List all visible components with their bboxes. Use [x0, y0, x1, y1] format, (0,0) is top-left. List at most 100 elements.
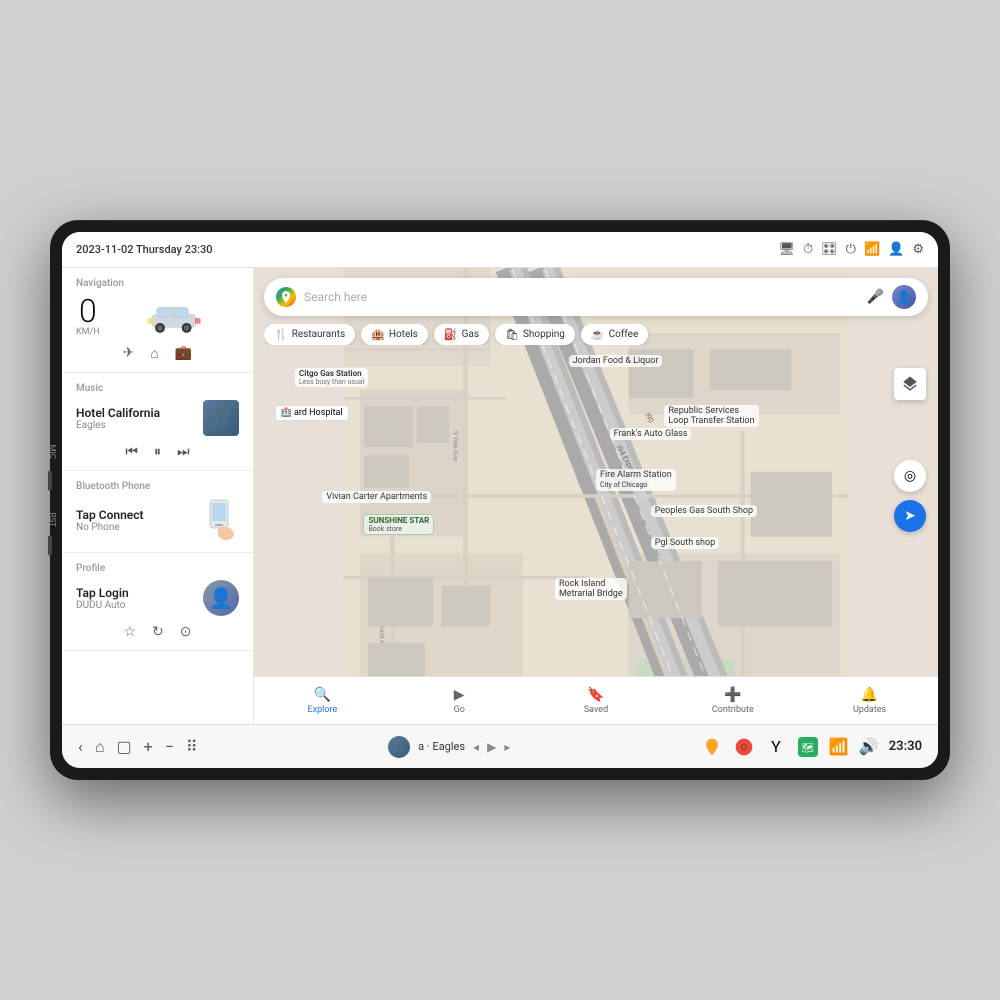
compass-button[interactable]: ◎: [894, 460, 926, 492]
wifi-taskbar-icon[interactable]: 📶: [829, 737, 849, 756]
volume-taskbar-icon[interactable]: 🔊: [859, 737, 879, 756]
speed-unit: KM/H: [76, 327, 100, 337]
updates-icon: 🔔: [861, 687, 878, 703]
taskbar-clock: 23:30: [889, 739, 922, 754]
taskbar-left: ‹ ⌂ ▢ + − ⠿: [78, 737, 198, 757]
updates-tab[interactable]: 🔔 Updates: [801, 677, 938, 724]
device: MIC RST 2023-11-02 Thursday 23:30 🖥 ⏱ 🎛 …: [50, 220, 950, 780]
add-button[interactable]: +: [144, 737, 153, 756]
mini-track-label: a · Eagles: [418, 740, 465, 753]
status-bar: 2023-11-02 Thursday 23:30 🖥 ⏱ 🎛 ⏻ 📶 👤 ⚙: [62, 232, 938, 268]
home-nav-icon[interactable]: ⌂: [150, 345, 158, 362]
main-area: Navigation 0 KM/H: [62, 268, 938, 724]
profile-section-label: Profile: [76, 563, 239, 574]
filter-restaurants[interactable]: 🍴 Restaurants: [264, 324, 355, 345]
back-button[interactable]: ‹: [78, 737, 83, 756]
navigate-button[interactable]: ➤: [894, 500, 926, 532]
map-controls: ◎ ➤: [894, 460, 926, 532]
side-buttons: MIC RST: [48, 445, 57, 556]
sidebar: Navigation 0 KM/H: [62, 268, 254, 724]
next-button[interactable]: ⏭: [177, 444, 190, 460]
car-icon-area: [110, 298, 239, 334]
shopping-icon: 🛍: [505, 328, 519, 341]
user-icon: 👤: [888, 242, 904, 257]
bluetooth-section[interactable]: Bluetooth Phone Tap Connect No Phone: [62, 471, 253, 553]
filter-restaurants-label: Restaurants: [292, 329, 345, 340]
profile-settings-icon[interactable]: ⊙: [180, 624, 192, 640]
saved-tab[interactable]: 🔖 Saved: [528, 677, 665, 724]
filter-hotels[interactable]: 🏨 Hotels: [361, 324, 428, 345]
media-icon: [734, 737, 754, 757]
mini-prev-icon[interactable]: ◂: [473, 740, 479, 754]
status-icons: 🖥 ⏱ 🎛 ⏻ 📶 👤 ⚙: [779, 242, 925, 257]
filter-shopping[interactable]: 🛍 Shopping: [495, 324, 575, 345]
sync-icon[interactable]: ↻: [152, 624, 164, 640]
mic-button[interactable]: [48, 471, 52, 491]
restaurants-icon: 🍴: [274, 328, 288, 341]
profile-subtitle: DUDU Auto: [76, 600, 195, 611]
recents-button[interactable]: ▢: [116, 737, 131, 756]
navigation-section: Navigation 0 KM/H: [62, 268, 253, 373]
mini-next-icon[interactable]: ▸: [504, 740, 510, 754]
map-area[interactable]: I94 Express I90 S Yale Ave S Harvard Ave…: [254, 268, 938, 724]
work-nav-icon[interactable]: 💼: [175, 345, 192, 362]
filter-coffee-label: Coffee: [609, 329, 639, 340]
filter-gas[interactable]: ⛽ Gas: [434, 324, 489, 345]
navigate-icon[interactable]: ✈: [123, 345, 135, 362]
device-screen: 2023-11-02 Thursday 23:30 🖥 ⏱ 🎛 ⏻ 📶 👤 ⚙ …: [62, 232, 938, 768]
nav-actions: ✈ ⌂ 💼: [76, 345, 239, 362]
profile-name: Tap Login: [76, 586, 195, 600]
star-icon[interactable]: ☆: [123, 624, 136, 640]
settings-icon: ⚙: [912, 242, 924, 257]
timer-icon: ⏱: [803, 242, 813, 257]
profile-section: Profile Tap Login DUDU Auto 👤 ☆ ↻ ⊙: [62, 553, 253, 651]
voice-search-icon[interactable]: 🎤: [867, 289, 884, 305]
music-controls: ⏮ ⏸ ⏭: [76, 444, 239, 460]
datetime-display: 2023-11-02 Thursday 23:30: [76, 243, 213, 256]
mini-play-icon[interactable]: ▶: [487, 740, 496, 754]
svg-text:🗺: 🗺: [801, 742, 814, 754]
home-button[interactable]: ⌂: [95, 737, 105, 757]
wifi-status-icon: 📶: [864, 242, 880, 257]
map-app-icon[interactable]: 🗺: [797, 736, 819, 758]
map-icon: 🗺: [798, 737, 818, 757]
updates-label: Updates: [853, 705, 886, 715]
taskbar-center: 🎵 a · Eagles ◂ ▶ ▸: [388, 736, 510, 758]
rst-label: RST: [48, 513, 57, 527]
music-section: Music Hotel California Eagles 🎵 ⏮ ⏸ ⏭: [62, 373, 253, 471]
explore-label: Explore: [308, 705, 338, 715]
power-icon: ⏻: [846, 242, 856, 257]
prev-button[interactable]: ⏮: [125, 444, 138, 460]
music-info: Hotel California Eagles: [76, 406, 195, 431]
contribute-tab[interactable]: ➕ Contribute: [664, 677, 801, 724]
coffee-icon: ☕: [591, 328, 605, 341]
taskbar: ‹ ⌂ ▢ + − ⠿ 🎵 a · Eagles ◂ ▶ ▸: [62, 724, 938, 768]
filter-hotels-label: Hotels: [389, 329, 418, 340]
media-app-icon[interactable]: [733, 736, 755, 758]
minus-button[interactable]: −: [165, 737, 174, 756]
map-filters: 🍴 Restaurants 🏨 Hotels ⛽ Gas 🛍: [264, 324, 928, 345]
filter-coffee[interactable]: ☕ Coffee: [581, 324, 648, 345]
explore-tab[interactable]: 🔍 Explore: [254, 677, 391, 724]
music-artist: Eagles: [76, 420, 195, 431]
car-icon: [146, 298, 202, 334]
browser-app-icon[interactable]: Y: [765, 736, 787, 758]
grid-button[interactable]: ⠿: [186, 737, 198, 756]
phone-icon: [200, 498, 238, 542]
user-avatar[interactable]: 👤: [892, 285, 916, 309]
go-tab[interactable]: ▶ Go: [391, 677, 528, 724]
pause-button[interactable]: ⏸: [154, 444, 161, 460]
location-icon: [702, 737, 722, 757]
go-icon: ▶: [454, 687, 465, 703]
steering-icon: 🎛: [821, 242, 838, 257]
rst-button[interactable]: [48, 535, 52, 555]
music-mini-player: 🎵 a · Eagles ◂ ▶ ▸: [388, 736, 510, 758]
map-search-bar[interactable]: Search here 🎤 👤: [264, 278, 928, 316]
location-app-icon[interactable]: [701, 736, 723, 758]
hospital-label: 🏥 ard Hospital: [275, 405, 349, 421]
profile-actions: ☆ ↻ ⊙: [76, 624, 239, 640]
layers-icon: [901, 375, 919, 393]
map-layers-button[interactable]: [894, 368, 926, 400]
search-placeholder[interactable]: Search here: [304, 290, 859, 304]
filter-shopping-label: Shopping: [523, 329, 565, 340]
